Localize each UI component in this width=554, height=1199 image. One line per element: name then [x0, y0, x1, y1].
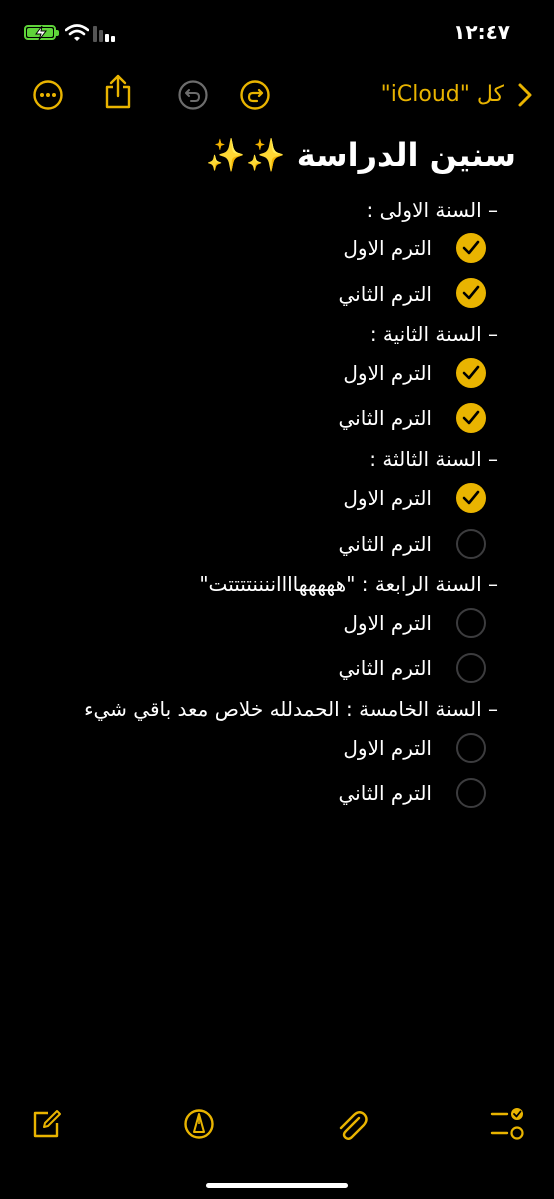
home-indicator: [206, 1183, 348, 1188]
redo-icon: [240, 80, 270, 110]
checklist-checkbox-checked[interactable]: [456, 278, 486, 308]
new-note-button[interactable]: [30, 1108, 62, 1140]
checklist-item-label: الترم الاول: [343, 611, 432, 635]
checklist-icon: [490, 1108, 524, 1140]
checklist-button[interactable]: [490, 1106, 526, 1142]
checklist-item-label: الترم الثاني: [338, 282, 432, 306]
checklist-item-label: الترم الاول: [343, 236, 432, 260]
year-heading: – السنة الثانية :: [369, 322, 498, 346]
checklist-checkbox-checked[interactable]: [456, 358, 486, 388]
battery-icon: [24, 25, 59, 41]
checklist-item-label: الترم الثاني: [338, 781, 432, 805]
redo-button[interactable]: [239, 79, 271, 111]
checklist-item-label: الترم الاول: [343, 736, 432, 760]
more-options-button[interactable]: [32, 79, 64, 111]
ellipsis-circle-icon: [33, 80, 63, 110]
checklist-checkbox-checked[interactable]: [456, 403, 486, 433]
checkmark-icon: [462, 410, 480, 425]
checklist-checkbox-checked[interactable]: [456, 233, 486, 263]
checklist-checkbox-unchecked[interactable]: [456, 653, 486, 683]
wifi-icon: [65, 24, 89, 41]
checklist-checkbox-unchecked[interactable]: [456, 529, 486, 559]
checklist-item-label: الترم الثاني: [338, 532, 432, 556]
share-icon: [105, 74, 131, 109]
undo-button[interactable]: [177, 79, 209, 111]
pen-tip-circle-icon: [184, 1109, 214, 1139]
compose-icon: [33, 1110, 61, 1138]
checklist-item-label: الترم الثاني: [338, 406, 432, 430]
checklist-checkbox-unchecked[interactable]: [456, 733, 486, 763]
attachment-button[interactable]: [335, 1106, 369, 1142]
year-heading: – السنة الاولى :: [366, 198, 498, 222]
checklist-checkbox-unchecked[interactable]: [456, 778, 486, 808]
year-heading: – السنة الخامسة : الحمدلله خلاص معد باقي…: [84, 697, 498, 721]
undo-icon: [178, 80, 208, 110]
checklist-item-label: الترم الاول: [343, 361, 432, 385]
markup-button[interactable]: [183, 1108, 215, 1140]
back-button-label[interactable]: كل "iCloud": [381, 82, 504, 107]
note-title: سنين الدراسة ✨✨: [205, 136, 516, 174]
share-button[interactable]: [103, 74, 133, 110]
checkmark-icon: [462, 240, 480, 255]
paperclip-icon: [339, 1111, 368, 1140]
year-heading: – السنة الرابعة : "هههههااااننننتتتتت": [199, 572, 498, 596]
year-heading: – السنة الثالثة :: [369, 447, 498, 471]
checkmark-icon: [462, 490, 480, 505]
checklist-checkbox-unchecked[interactable]: [456, 608, 486, 638]
checkmark-icon: [462, 365, 480, 380]
checklist-item-label: الترم الاول: [343, 486, 432, 510]
checkmark-icon: [462, 285, 480, 300]
checklist-item-label: الترم الثاني: [338, 656, 432, 680]
checklist-checkbox-checked[interactable]: [456, 483, 486, 513]
status-time: ١٢:٤٧: [453, 20, 510, 44]
chevron-right-icon: [518, 83, 532, 107]
back-button[interactable]: [515, 82, 535, 108]
signal-icon: [93, 26, 115, 42]
